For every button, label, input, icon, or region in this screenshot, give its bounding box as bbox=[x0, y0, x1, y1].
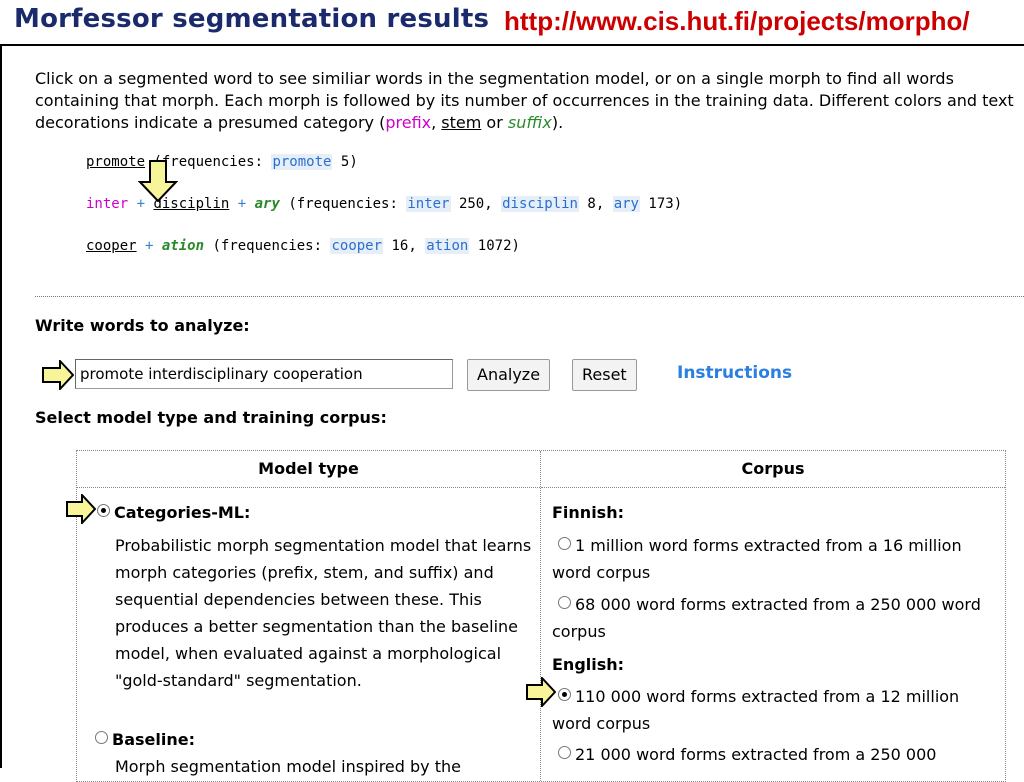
morph-link[interactable]: cooper bbox=[330, 238, 384, 254]
model-description: Probabilistic morph segmentation model t… bbox=[115, 536, 532, 690]
example-row-3: cooper + ation (frequencies: cooper 16, … bbox=[86, 238, 520, 254]
model-description: Morph segmentation model inspired by the bbox=[115, 757, 461, 776]
corpus-option: 1 million word forms extracted from a 16… bbox=[552, 536, 962, 582]
radio-button-icon[interactable] bbox=[558, 746, 571, 759]
right-arrow-pointer-icon bbox=[66, 494, 96, 524]
legend-suffix: suffix bbox=[507, 113, 552, 132]
project-url: http://www.cis.hut.fi/projects/morpho/ bbox=[504, 6, 970, 36]
section-divider bbox=[35, 296, 1024, 297]
right-arrow-pointer-icon bbox=[526, 677, 556, 707]
morph-stem-link[interactable]: cooper bbox=[86, 238, 137, 254]
morph-suffix-link[interactable]: ation bbox=[162, 238, 204, 254]
model-select-heading: Select model type and training corpus: bbox=[35, 408, 387, 427]
morph-prefix-link[interactable]: inter bbox=[86, 196, 128, 212]
legend-stem: stem bbox=[441, 113, 482, 132]
example-row-1: promote (frequencies: promote 5) bbox=[86, 154, 358, 170]
language-finnish: Finnish: bbox=[552, 503, 624, 522]
model-option-baseline: Baseline: bbox=[95, 726, 535, 753]
segmented-word-link[interactable]: promote bbox=[86, 154, 145, 170]
model-label[interactable]: Categories-ML: bbox=[114, 503, 250, 522]
down-arrow-pointer-icon bbox=[138, 160, 178, 202]
radio-button-icon[interactable] bbox=[558, 688, 571, 701]
corpus-header: Corpus bbox=[541, 451, 1005, 488]
morph-link[interactable]: inter bbox=[406, 196, 451, 212]
morph-link[interactable]: ation bbox=[425, 238, 470, 254]
radio-button-icon[interactable] bbox=[558, 537, 571, 550]
morph-link[interactable]: disciplin bbox=[501, 196, 579, 212]
radio-button-icon[interactable] bbox=[97, 504, 110, 517]
page-title: Morfessor segmentation results bbox=[14, 4, 490, 34]
analyze-button[interactable]: Analyze bbox=[467, 359, 551, 391]
model-option-categories: Categories-ML: bbox=[97, 499, 537, 526]
analyze-heading: Write words to analyze: bbox=[35, 316, 250, 335]
column-divider bbox=[540, 451, 541, 781]
corpus-option: 68 000 word forms extracted from a 250 0… bbox=[552, 595, 981, 641]
model-corpus-table: Model type Corpus Categories-ML: Probabi… bbox=[76, 450, 1006, 782]
legend-prefix: prefix bbox=[385, 113, 432, 132]
right-arrow-pointer-icon bbox=[42, 360, 74, 390]
language-english: English: bbox=[552, 655, 625, 674]
radio-button-icon[interactable] bbox=[558, 596, 571, 609]
model-label[interactable]: Baseline: bbox=[112, 730, 195, 749]
morph-suffix-link[interactable]: ary bbox=[255, 196, 280, 212]
title-bar: Morfessor segmentation results http://ww… bbox=[0, 0, 1024, 46]
morph-link[interactable]: promote bbox=[271, 154, 333, 170]
corpus-option: 110 000 word forms extracted from a 12 m… bbox=[552, 687, 960, 733]
model-type-header: Model type bbox=[77, 451, 540, 488]
instructions-link[interactable]: Instructions bbox=[677, 363, 792, 383]
intro-paragraph: Click on a segmented word to see similia… bbox=[35, 69, 1014, 132]
radio-button-icon[interactable] bbox=[95, 731, 108, 744]
corpus-option: 21 000 word forms extracted from a 250 0… bbox=[552, 741, 997, 768]
left-border bbox=[0, 44, 2, 768]
morph-link[interactable]: ary bbox=[612, 196, 640, 212]
words-input[interactable] bbox=[75, 359, 453, 389]
reset-button[interactable]: Reset bbox=[572, 359, 637, 391]
